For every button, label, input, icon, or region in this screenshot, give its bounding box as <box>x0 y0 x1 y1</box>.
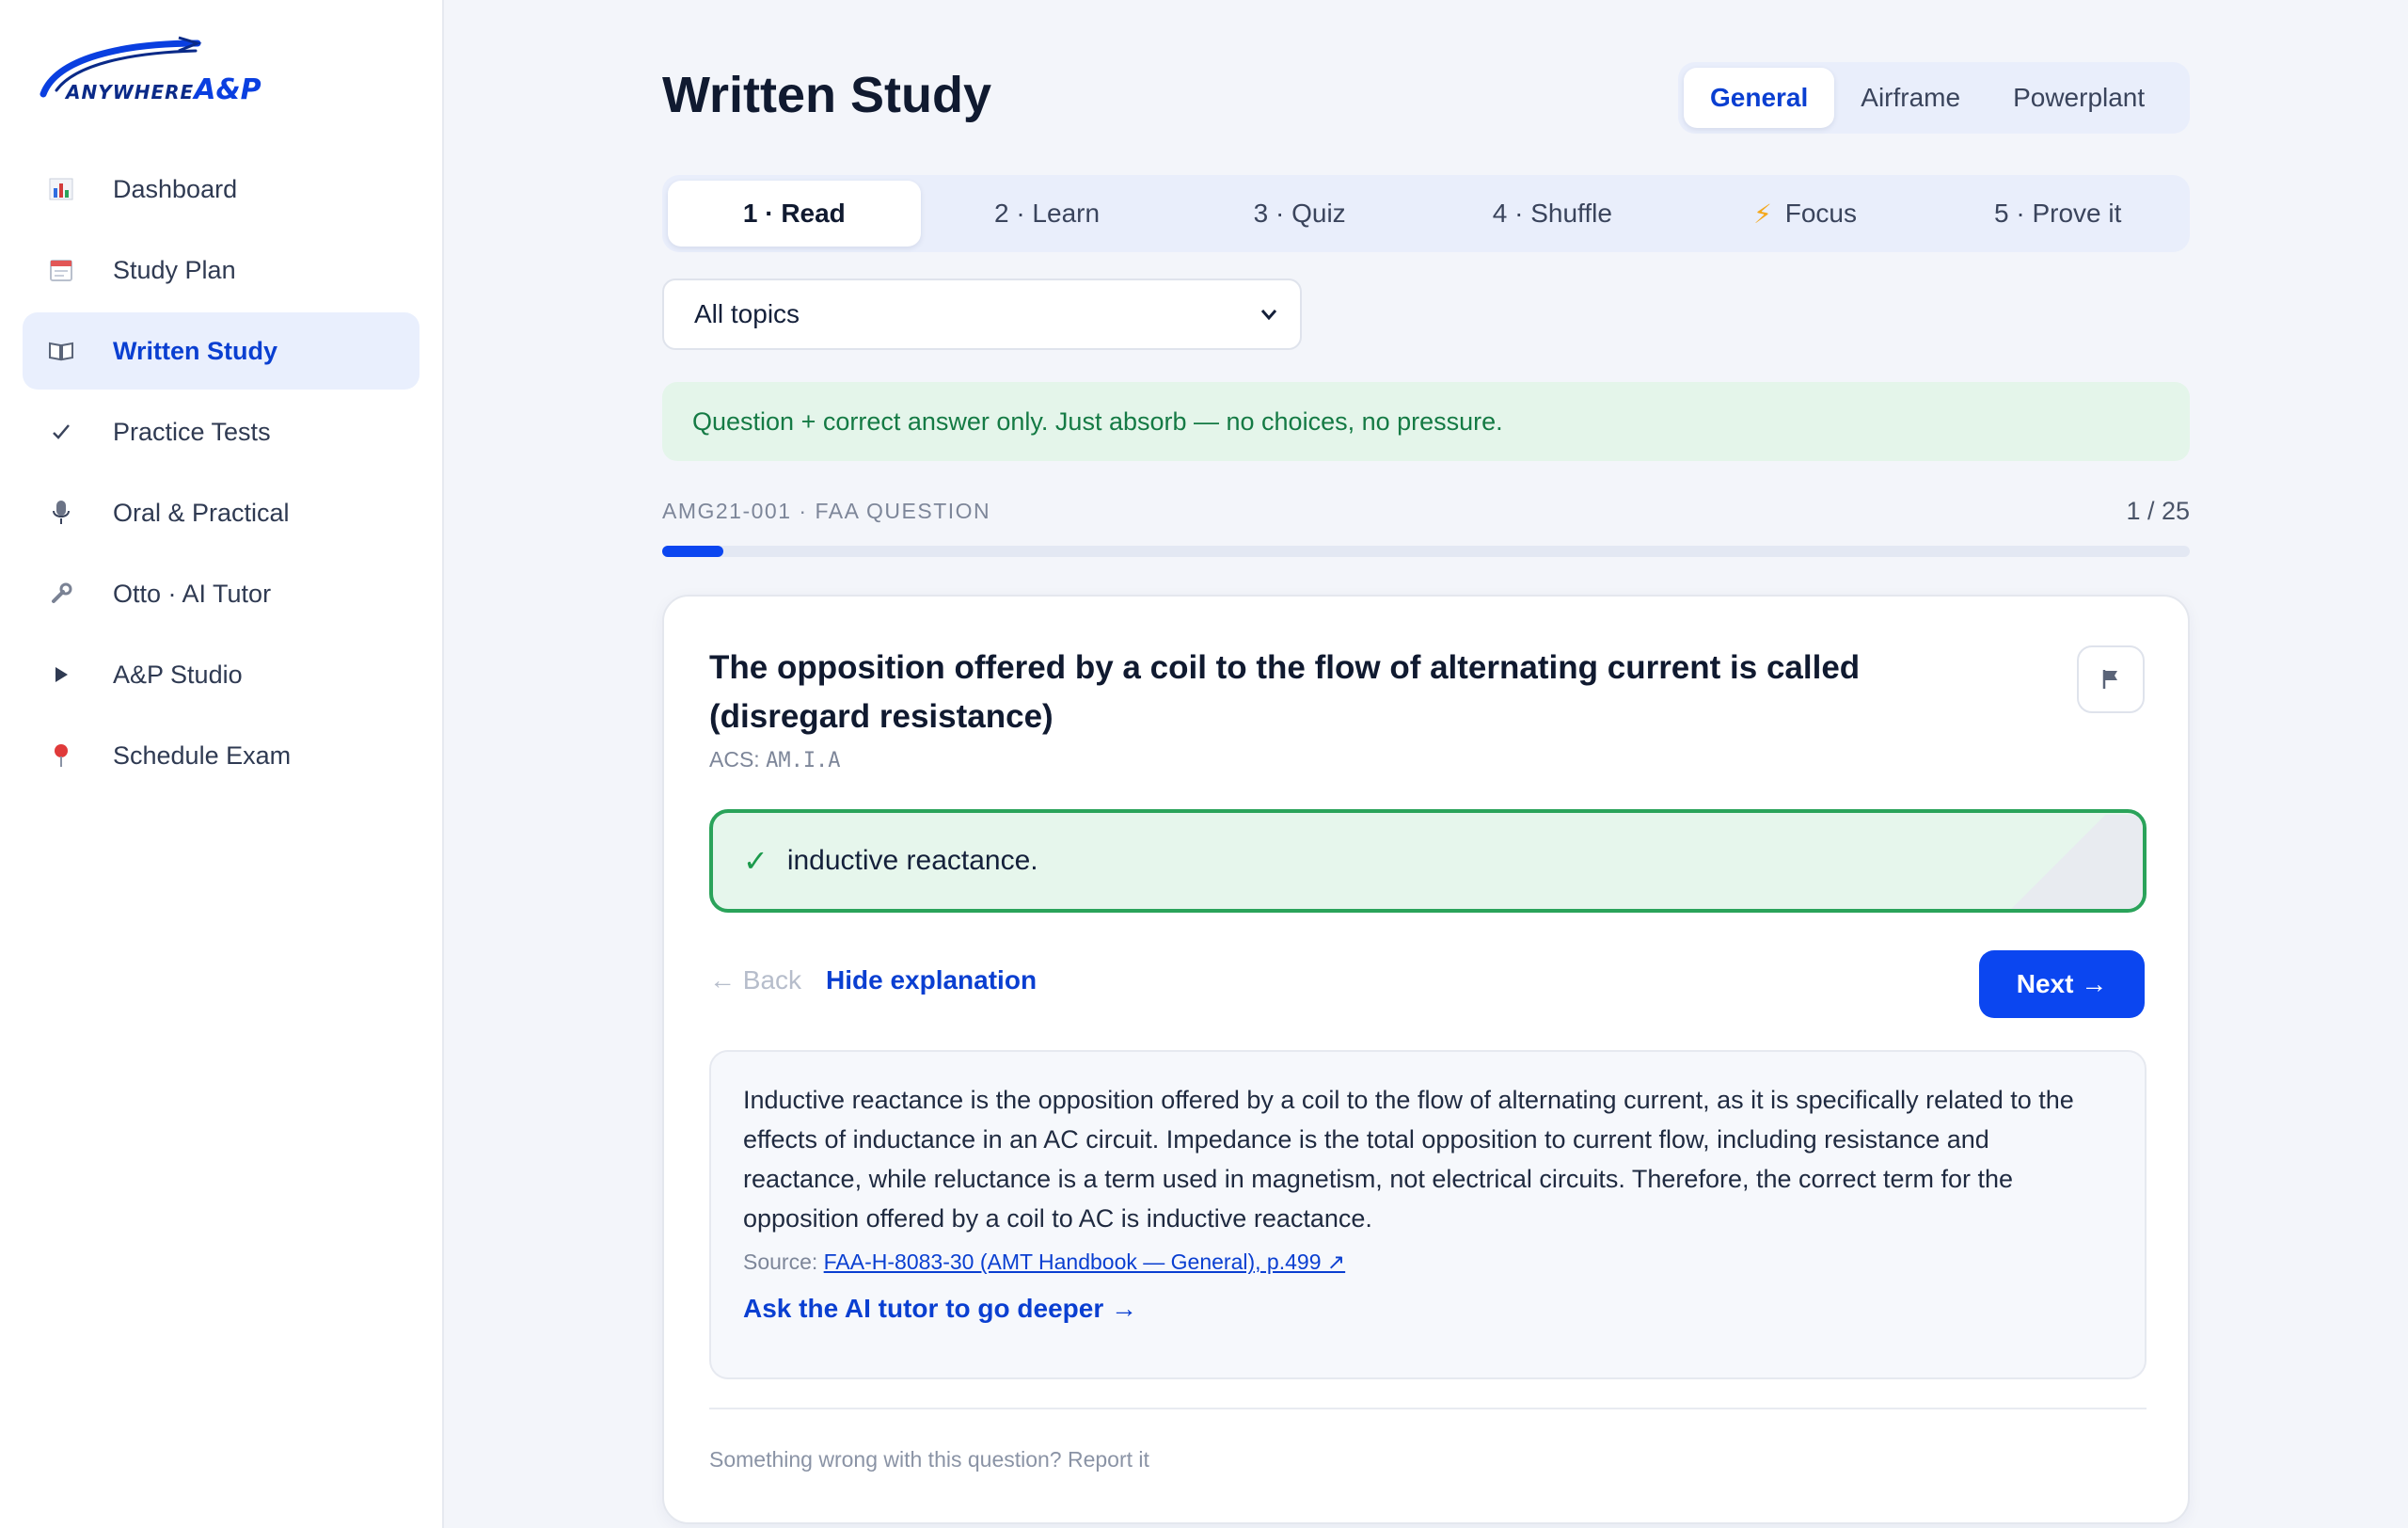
chevron-down-icon <box>1260 310 1277 321</box>
answer-corner-decoration <box>1973 815 2143 909</box>
back-button[interactable]: ← Back <box>709 965 801 995</box>
tab-focus[interactable]: ⚡ Focus <box>1679 181 1932 247</box>
acs-code: ACS: AM.I.A <box>709 747 841 772</box>
tab-powerplant[interactable]: Powerplant <box>1987 68 2171 128</box>
topic-select-value: All topics <box>694 299 800 328</box>
brand-word-1: ANYWHERE <box>66 81 195 103</box>
calendar-icon <box>47 256 75 284</box>
tab-quiz[interactable]: 3 · Quiz <box>1173 181 1426 247</box>
sidebar-item-label: Written Study <box>113 336 277 365</box>
acs-code-value: AM.I.A <box>766 749 841 772</box>
sidebar-item-label: Schedule Exam <box>113 740 292 770</box>
wrench-icon <box>47 580 75 608</box>
lightning-bolt-icon: ⚡ <box>1753 199 1772 229</box>
correct-answer: ✓ inductive reactance. <box>709 809 2147 913</box>
sidebar-item-study-plan[interactable]: Study Plan <box>23 231 420 309</box>
tab-airframe[interactable]: Airframe <box>1834 68 1987 128</box>
microphone-icon <box>47 499 75 527</box>
checkmark-icon: ✓ <box>743 844 768 878</box>
certificate-tabs: General Airframe Powerplant <box>1678 62 2190 134</box>
question-text: The opposition offered by a coil to the … <box>709 649 1861 735</box>
hide-explanation-button[interactable]: Hide explanation <box>826 965 1037 995</box>
sidebar-item-otto-ai-tutor[interactable]: Otto · AI Tutor <box>23 555 420 632</box>
question-id: AMG21-001 · FAA QUESTION <box>662 499 991 523</box>
answer-text: inductive reactance. <box>786 845 1038 876</box>
sidebar-item-schedule-exam[interactable]: Schedule Exam <box>23 717 420 794</box>
brand-wordmark: ANYWHEREA&P <box>66 73 261 106</box>
next-button[interactable]: Next → <box>1979 950 2145 1018</box>
brand-logo[interactable]: ANYWHEREA&P <box>38 36 310 111</box>
study-mode-tabs: 1 · Read 2 · Learn 3 · Quiz 4 · Shuffle … <box>662 175 2190 252</box>
tab-general[interactable]: General <box>1684 68 1835 128</box>
brand-word-2: A&P <box>194 73 261 106</box>
sidebar-item-label: Dashboard <box>113 174 238 203</box>
source-line: Source: FAA-H-8083-30 (AMT Handbook — Ge… <box>743 1249 2113 1275</box>
ask-ai-tutor-link[interactable]: Ask the AI tutor to go deeper → <box>743 1294 2113 1324</box>
sidebar-item-ap-studio[interactable]: A&P Studio <box>23 636 420 713</box>
source-label: Source: <box>743 1249 818 1274</box>
question-position: 1 / 25 <box>2126 497 2190 525</box>
explanation-text: Inductive reactance is the opposition of… <box>743 1086 2074 1233</box>
bar-chart-icon <box>47 175 75 203</box>
sidebar-item-label: Study Plan <box>113 255 236 284</box>
topic-select[interactable]: All topics <box>662 279 1302 350</box>
explanation-panel: Inductive reactance is the opposition of… <box>709 1050 2147 1379</box>
check-icon <box>47 418 75 446</box>
report-question-link[interactable]: Something wrong with this question? Repo… <box>709 1447 1149 1472</box>
sidebar-item-label: Otto · AI Tutor <box>113 579 272 608</box>
sidebar-item-label: Oral & Practical <box>113 498 290 527</box>
sidebar: ANYWHEREA&P Dashboard Study Plan Written… <box>0 0 444 1528</box>
tab-shuffle[interactable]: 4 · Shuffle <box>1426 181 1679 247</box>
tab-learn[interactable]: 2 · Learn <box>921 181 1174 247</box>
sidebar-item-label: A&P Studio <box>113 660 243 689</box>
sidebar-item-written-study[interactable]: Written Study <box>23 312 420 390</box>
sidebar-item-dashboard[interactable]: Dashboard <box>23 151 420 228</box>
tab-prove-it[interactable]: 5 · Prove it <box>1931 181 2184 247</box>
play-icon <box>47 661 75 689</box>
flag-question-button[interactable] <box>2077 645 2145 713</box>
question-card: The opposition offered by a coil to the … <box>662 595 2190 1524</box>
sidebar-nav: Dashboard Study Plan Written Study Pract… <box>23 151 420 798</box>
sidebar-item-oral-practical[interactable]: Oral & Practical <box>23 474 420 551</box>
divider <box>709 1408 2147 1409</box>
pin-icon <box>47 741 75 770</box>
sidebar-item-practice-tests[interactable]: Practice Tests <box>23 393 420 470</box>
source-link[interactable]: FAA-H-8083-30 (AMT Handbook — General), … <box>824 1249 1346 1274</box>
flag-icon <box>2102 670 2117 689</box>
page-title: Written Study <box>662 67 991 123</box>
acs-label: ACS: <box>709 747 760 772</box>
book-icon <box>47 337 75 365</box>
sidebar-item-label: Practice Tests <box>113 417 271 446</box>
progress-bar-fill <box>662 546 723 557</box>
mode-hint-banner: Question + correct answer only. Just abs… <box>662 382 2190 461</box>
tab-focus-label: Focus <box>1784 199 1857 228</box>
progress-bar <box>662 546 2190 557</box>
tab-read[interactable]: 1 · Read <box>668 181 921 247</box>
